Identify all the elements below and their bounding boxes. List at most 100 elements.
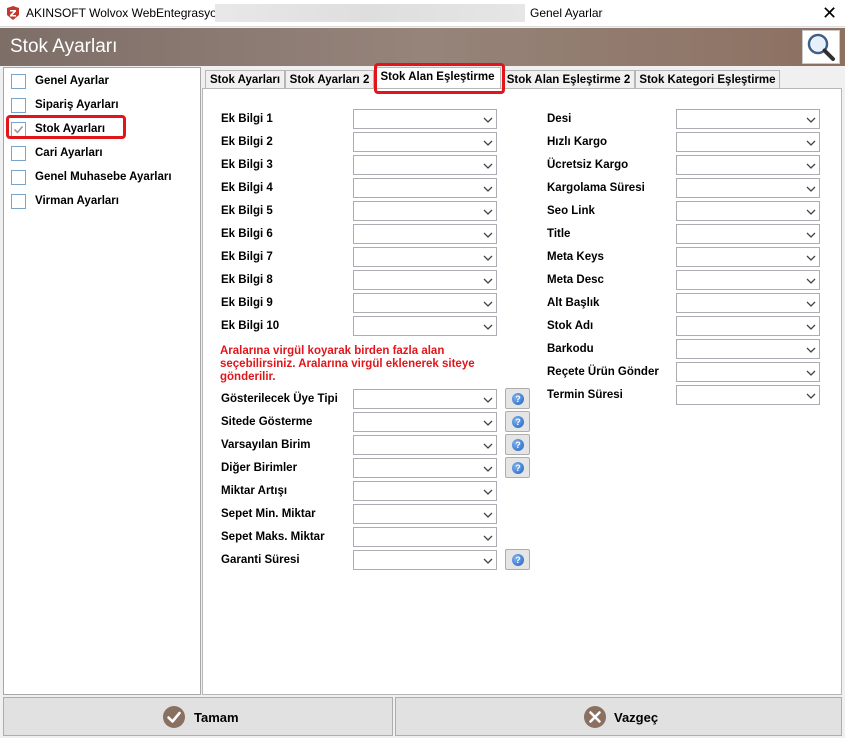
field-label: Ek Bilgi 3: [221, 159, 273, 171]
combo-box[interactable]: [676, 109, 820, 129]
field-label: Barkodu: [547, 343, 594, 355]
combo-box[interactable]: [353, 293, 497, 313]
sidebar-item[interactable]: Genel Muhasebe Ayarları: [10, 168, 198, 188]
combo-box[interactable]: [353, 389, 497, 409]
chevron-down-icon: [483, 278, 493, 284]
field-label: Sepet Maks. Miktar: [221, 531, 325, 543]
help-icon: ?: [512, 416, 524, 428]
combo-box[interactable]: [676, 132, 820, 152]
tab[interactable]: Stok Ayarları 2: [285, 70, 374, 89]
chevron-down-icon: [483, 512, 493, 518]
cancel-button[interactable]: Vazgeç: [395, 697, 842, 736]
chevron-down-icon: [483, 301, 493, 307]
combo-box[interactable]: [353, 109, 497, 129]
help-button[interactable]: ?: [505, 549, 530, 570]
combo-box[interactable]: [353, 155, 497, 175]
chevron-down-icon: [483, 558, 493, 564]
field-label: Ek Bilgi 10: [221, 320, 280, 332]
title-bar: AKINSOFT Wolvox WebEntegrasyon Genel Aya…: [0, 0, 845, 27]
combo-box[interactable]: [353, 201, 497, 221]
combo-box[interactable]: [676, 155, 820, 175]
field-label: Stok Adı: [547, 320, 594, 332]
combo-box[interactable]: [353, 550, 497, 570]
combo-box[interactable]: [353, 224, 497, 244]
combo-box[interactable]: [676, 270, 820, 290]
checkbox[interactable]: [11, 74, 26, 89]
sidebar-item-label: Sipariş Ayarları: [35, 99, 119, 111]
sidebar-item[interactable]: Cari Ayarları: [10, 144, 198, 164]
help-button[interactable]: ?: [505, 457, 530, 478]
window-title: Genel Ayarlar: [530, 6, 603, 20]
search-button[interactable]: [802, 30, 840, 64]
ok-button-label: Tamam: [194, 710, 239, 725]
tab[interactable]: Stok Alan Eşleştirme 2: [502, 70, 635, 89]
chevron-down-icon: [483, 397, 493, 403]
combo-box[interactable]: [353, 316, 497, 336]
combo-box[interactable]: [353, 458, 497, 478]
combo-box[interactable]: [676, 247, 820, 267]
combo-box[interactable]: [676, 178, 820, 198]
combo-box[interactable]: [353, 132, 497, 152]
ok-button[interactable]: Tamam: [3, 697, 393, 736]
field-label: Ek Bilgi 9: [221, 297, 273, 309]
field-label: Diğer Birimler: [221, 462, 298, 474]
combo-box[interactable]: [353, 178, 497, 198]
help-icon: ?: [512, 393, 524, 405]
field-label: Hızlı Kargo: [547, 136, 608, 148]
field-label: Miktar Artışı: [221, 485, 288, 497]
checkbox[interactable]: [11, 146, 26, 161]
checkbox[interactable]: [11, 98, 26, 113]
checkbox[interactable]: [11, 170, 26, 185]
chevron-down-icon: [483, 420, 493, 426]
combo-box[interactable]: [353, 270, 497, 290]
tab[interactable]: Stok Ayarları: [205, 70, 285, 89]
tab[interactable]: Stok Alan Eşleştirme: [374, 67, 501, 89]
combo-box[interactable]: [676, 293, 820, 313]
help-button[interactable]: ?: [505, 411, 530, 432]
combo-box[interactable]: [353, 504, 497, 524]
combo-box[interactable]: [353, 247, 497, 267]
combo-box[interactable]: [676, 316, 820, 336]
settings-sidebar: Genel Ayarlar Sipariş Ayarları Stok Ayarla…: [3, 67, 201, 695]
help-button[interactable]: ?: [505, 388, 530, 409]
combo-box[interactable]: [353, 435, 497, 455]
checkmark-icon: [163, 706, 185, 728]
combo-box[interactable]: [353, 481, 497, 501]
blurred-region: [215, 4, 525, 22]
field-label: Meta Desc: [547, 274, 604, 286]
sidebar-item[interactable]: Sipariş Ayarları: [10, 96, 198, 116]
close-button[interactable]: ✕: [814, 0, 845, 27]
combo-box[interactable]: [353, 412, 497, 432]
sidebar-item[interactable]: Genel Ayarlar: [10, 72, 198, 92]
combo-box[interactable]: [353, 527, 497, 547]
combo-box[interactable]: [676, 224, 820, 244]
field-label: Ek Bilgi 2: [221, 136, 273, 148]
chevron-down-icon: [806, 232, 816, 238]
chevron-down-icon: [806, 347, 816, 353]
chevron-down-icon: [483, 117, 493, 123]
help-button[interactable]: ?: [505, 434, 530, 455]
combo-box[interactable]: [676, 339, 820, 359]
chevron-down-icon: [483, 232, 493, 238]
combo-box[interactable]: [676, 385, 820, 405]
sidebar-item-label: Cari Ayarları: [35, 147, 103, 159]
chevron-down-icon: [806, 117, 816, 123]
chevron-down-icon: [806, 324, 816, 330]
chevron-down-icon: [806, 278, 816, 284]
field-label: Ek Bilgi 4: [221, 182, 273, 194]
field-label: Sepet Min. Miktar: [221, 508, 316, 520]
chevron-down-icon: [483, 489, 493, 495]
app-title: AKINSOFT Wolvox WebEntegrasyon: [26, 6, 224, 20]
combo-box[interactable]: [676, 201, 820, 221]
tab[interactable]: Stok Kategori Eşleştirme: [635, 70, 780, 89]
sidebar-highlight-marker: [6, 115, 126, 139]
cancel-x-icon: [584, 706, 606, 728]
field-label: Alt Başlık: [547, 297, 600, 309]
checkbox[interactable]: [11, 194, 26, 209]
chevron-down-icon: [483, 163, 493, 169]
chevron-down-icon: [483, 186, 493, 192]
field-label: Title: [547, 228, 571, 240]
info-note: Aralarına virgül koyarak birden fazla al…: [220, 345, 475, 383]
sidebar-item[interactable]: Virman Ayarları: [10, 192, 198, 212]
combo-box[interactable]: [676, 362, 820, 382]
